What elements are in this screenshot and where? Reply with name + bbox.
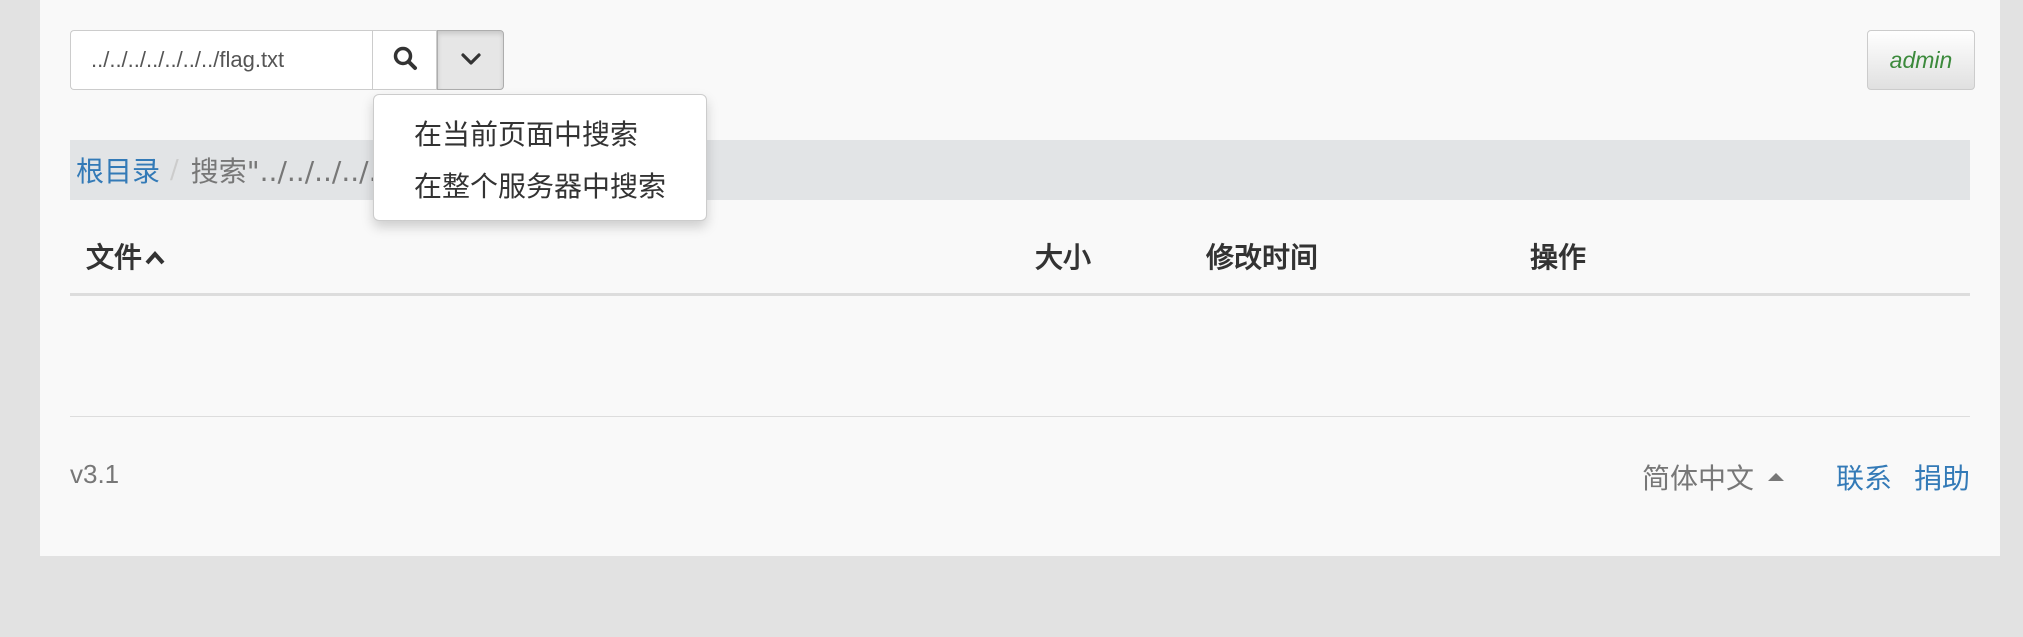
search-group [70,30,504,90]
footer-divider [70,416,1970,417]
search-whole-server-option[interactable]: 在整个服务器中搜索 [374,161,706,213]
chevron-down-icon [460,51,482,70]
search-button[interactable] [372,30,437,90]
language-label: 简体中文 [1641,462,1754,495]
column-header-ops: 操作 [1530,241,1587,274]
column-header-mtime[interactable]: 修改时间 [1206,226,1318,290]
language-selector[interactable]: 简体中文 [1642,457,1814,497]
column-header-file-label: 文件 [86,241,143,274]
column-header-size[interactable]: 大小 [1035,226,1091,290]
user-admin-button[interactable]: admin [1867,30,1975,90]
footer-links: 简体中文 联系 捐助 [1642,457,1970,497]
caret-up-icon [144,225,166,289]
search-input[interactable] [70,30,372,90]
version-label: v3.1 [70,459,120,489]
breadcrumb-separator: / [170,155,179,185]
search-options-toggle[interactable] [437,30,504,90]
file-table-header: 文件 大小 修改时间 操作 [70,226,1970,296]
search-scope-dropdown: 在当前页面中搜索 在整个服务器中搜索 [373,94,707,221]
column-header-file[interactable]: 文件 [86,226,166,290]
donate-link[interactable]: 捐助 [1914,457,1970,497]
main-panel: 在当前页面中搜索 在整个服务器中搜索 admin 根目录 / 搜索"../../… [40,0,2000,556]
contact-link[interactable]: 联系 [1836,457,1892,497]
caret-up-icon [1767,473,1784,481]
search-icon [392,45,418,75]
search-current-page-option[interactable]: 在当前页面中搜索 [374,109,706,161]
breadcrumb: 根目录 / 搜索"../../../../../../../flag.txt" [70,140,1970,200]
breadcrumb-root-link[interactable]: 根目录 [76,150,160,190]
